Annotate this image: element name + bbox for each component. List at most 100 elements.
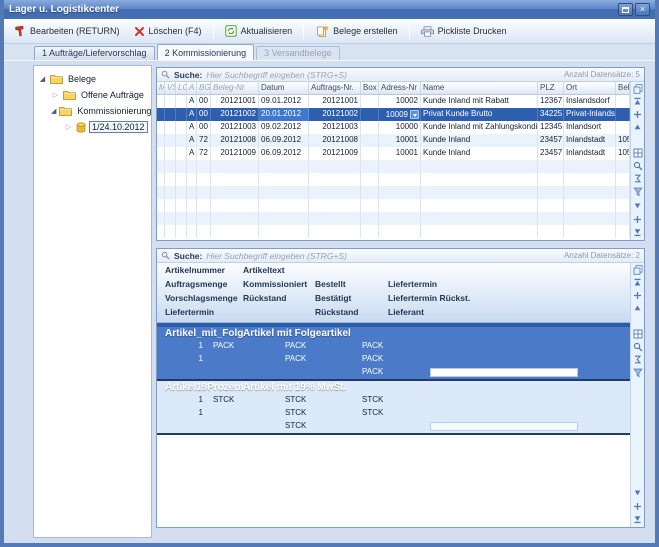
detail-filter-button[interactable] — [632, 367, 643, 378]
column-header-name[interactable]: Name — [421, 82, 538, 94]
inline-input[interactable] — [430, 422, 578, 431]
unit-value: STCK — [285, 421, 306, 430]
table-row[interactable]: A002012100109.01.20122012100110002Kunde … — [157, 95, 630, 108]
column-header-beleg-nr[interactable]: Beleg-Nr — [211, 82, 259, 94]
detail-record[interactable]: Artikel19ProzentArtikel mit 19% MwSt.1 ST… — [157, 379, 630, 433]
search-icon — [161, 251, 170, 260]
restore-button[interactable] — [618, 3, 633, 16]
inline-input[interactable] — [430, 368, 578, 377]
table-empty-row[interactable] — [157, 212, 630, 225]
aktualisieren-button[interactable]: Aktualisieren — [219, 23, 299, 39]
tree-item-belege[interactable]: ◢Belege — [34, 71, 151, 87]
column-header-vs[interactable]: VS — [165, 82, 176, 94]
detail-record[interactable]: Artikel_mit_FolgeartikelArtikel mit Folg… — [157, 323, 630, 379]
cell-auftrags-nr: 20121003 — [309, 121, 361, 134]
last-record-icon — [633, 228, 642, 237]
orders-grid-toolbar — [630, 82, 644, 240]
column-header-datum[interactable]: Datum — [259, 82, 309, 94]
column-header-auftrags-nr[interactable]: Auftrags-Nr. — [309, 82, 361, 94]
expander-expanded-icon[interactable]: ◢ — [51, 108, 56, 115]
cell-vs — [165, 225, 176, 238]
detail-field-labels: ArtikelnummerArtikeltextAuftragsmengeKom… — [157, 263, 630, 323]
search-icon — [633, 161, 643, 171]
table-row[interactable]: A002012100220.01.20122012100210009Privat… — [157, 108, 630, 121]
cell-datum: 09.02.2012 — [259, 121, 309, 134]
orders-column-chooser-button[interactable] — [632, 83, 643, 94]
detail-column-chooser-button[interactable] — [632, 264, 643, 275]
detail-insert-button[interactable] — [632, 290, 643, 301]
expander-collapsed-icon[interactable]: ▷ — [51, 92, 60, 99]
search-input[interactable]: Hier Suchbegriff eingeben (STRG+S) — [206, 251, 347, 261]
pickliste-drucken-button[interactable]: Pickliste Drucken — [415, 24, 513, 39]
detail-search-button[interactable] — [632, 341, 643, 352]
cell-vs — [165, 186, 176, 199]
search-input[interactable]: Hier Suchbegriff eingeben (STRG+S) — [206, 70, 347, 80]
table-empty-row[interactable] — [157, 225, 630, 238]
column-header-adress-nr[interactable]: Adress-Nr — [379, 82, 421, 94]
tab-auftraege-liefervorschlag[interactable]: 1 Aufträge/Liefervorschlag — [34, 46, 155, 60]
dropdown-button[interactable] — [410, 110, 419, 119]
column-header-lo[interactable]: LO — [176, 82, 187, 94]
table-empty-row[interactable] — [157, 199, 630, 212]
cell-adress-nr: 10000 — [379, 121, 421, 134]
orders-search-button[interactable] — [632, 160, 643, 171]
cell-m — [157, 121, 165, 134]
cell-adress-nr: 10009 — [379, 108, 421, 121]
record-title-row: Artikel19ProzentArtikel mit 19% MwSt. — [157, 381, 630, 394]
table-empty-row[interactable] — [157, 173, 630, 186]
qty-value: 1 — [165, 395, 203, 404]
column-header-plz[interactable]: PLZ — [538, 82, 564, 94]
belege-erstellen-button[interactable]: Belege erstellen — [309, 23, 404, 40]
column-header-box[interactable]: Box — [361, 82, 379, 94]
cell-bel: 105 — [616, 147, 630, 160]
column-header-bel[interactable]: Bel — [616, 82, 630, 94]
detail-next-record-button[interactable] — [632, 488, 643, 499]
tree-item-offene-auftr-ge[interactable]: ▷Offene Aufträge — [34, 87, 151, 103]
table-row[interactable]: A722012100806.09.20122012100810001Kunde … — [157, 134, 630, 147]
table-empty-row[interactable] — [157, 186, 630, 199]
expander-expanded-icon[interactable]: ◢ — [38, 76, 47, 83]
detail-sum-button[interactable] — [632, 354, 643, 365]
cell-auftrags-nr — [309, 225, 361, 238]
cell-bg — [197, 186, 211, 199]
orders-card-view-button[interactable] — [632, 147, 643, 158]
cell-ort — [564, 173, 616, 186]
cell-auftrags-nr — [309, 199, 361, 212]
detail-card-view-button[interactable] — [632, 328, 643, 339]
create-documents-icon — [315, 25, 329, 38]
detail-append-button[interactable] — [632, 501, 643, 512]
orders-append-button[interactable] — [632, 214, 643, 225]
cell-a — [187, 199, 197, 212]
tree-item-kommissionierung[interactable]: ◢Kommissionierung — [34, 103, 151, 119]
close-button[interactable]: × — [635, 3, 650, 16]
orders-sum-button[interactable] — [632, 173, 643, 184]
field-label-row: VorschlagsmengeRückstandBestätigtLiefert… — [157, 291, 630, 305]
sum-icon — [633, 355, 642, 364]
orders-insert-button[interactable] — [632, 109, 643, 120]
last-record-icon — [633, 515, 642, 524]
orders-next-record-button[interactable] — [632, 201, 643, 212]
delete-x-icon — [134, 26, 145, 37]
orders-first-record-button[interactable] — [632, 96, 643, 107]
detail-last-record-button[interactable] — [632, 514, 643, 525]
detail-first-record-button[interactable] — [632, 277, 643, 288]
tree-item-1-24-10-2012[interactable]: ▷1/24.10.2012 — [34, 119, 151, 135]
orders-filter-button[interactable] — [632, 186, 643, 197]
orders-last-record-button[interactable] — [632, 227, 643, 238]
table-row[interactable]: A722012100906.09.20122012100910001Kunde … — [157, 147, 630, 160]
cell-a: A — [187, 134, 197, 147]
detail-prev-record-button[interactable] — [632, 303, 643, 314]
column-header-bg[interactable]: BG — [197, 82, 211, 94]
table-header: MVSLOABGBeleg-NrDatumAuftrags-Nr.BoxAdre… — [157, 82, 630, 95]
column-header-m[interactable]: M — [157, 82, 165, 94]
bearbeiten-button[interactable]: Bearbeiten (RETURN) — [8, 23, 126, 39]
expander-collapsed-icon[interactable]: ▷ — [64, 124, 73, 131]
loeschen-button[interactable]: Löschen (F4) — [128, 24, 208, 39]
cell-value: 10009 — [386, 110, 408, 119]
column-header-a[interactable]: A — [187, 82, 197, 94]
orders-prev-record-button[interactable] — [632, 122, 643, 133]
tab-kommissionierung[interactable]: 2 Kommissionierung — [157, 44, 255, 60]
table-row[interactable]: A002012100309.02.20122012100310000Kunde … — [157, 121, 630, 134]
table-empty-row[interactable] — [157, 160, 630, 173]
column-header-ort[interactable]: Ort — [564, 82, 616, 94]
